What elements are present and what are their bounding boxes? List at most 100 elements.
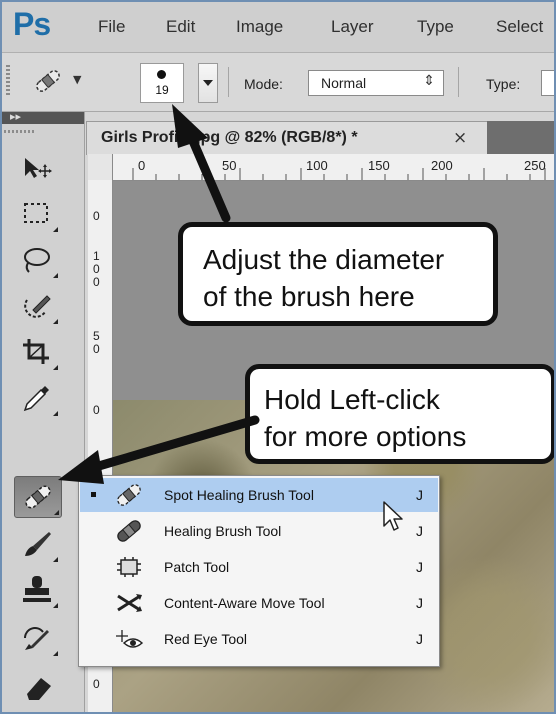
expand-icon[interactable]: ▸▸ <box>10 110 21 123</box>
ruler-label: 0 <box>93 677 100 691</box>
tool-preset-picker[interactable] <box>32 67 64 95</box>
ruler-origin[interactable] <box>88 154 113 180</box>
spot-healing-brush-icon <box>36 70 60 92</box>
more-tools-indicator-icon <box>54 510 59 515</box>
mode-select[interactable]: Normal ⇕ <box>308 70 444 96</box>
menu-type[interactable]: Type <box>417 17 454 37</box>
history-brush-tool[interactable] <box>14 618 60 658</box>
divider <box>458 67 459 97</box>
move-icon <box>25 158 52 178</box>
brush-size-value: 19 <box>155 83 169 97</box>
callout-line: Adjust the diameter <box>203 244 445 275</box>
ruler-label: 0 <box>138 158 146 173</box>
more-tools-indicator-icon <box>53 557 58 562</box>
ruler-label: 150 <box>368 158 390 173</box>
brush-icon <box>25 532 51 556</box>
type-option-box[interactable] <box>541 70 556 96</box>
crop-icon <box>23 339 49 364</box>
lasso-icon <box>24 248 50 273</box>
tools-panel: ▸▸ <box>0 110 85 714</box>
shortcut-key: J <box>416 487 423 503</box>
spot-healing-brush-icon <box>25 485 51 509</box>
shortcut-key: J <box>416 631 423 647</box>
callout-more-options: Hold Left-click for more options <box>245 364 556 464</box>
rectangular-marquee-icon <box>24 203 48 223</box>
tool-preset-dropdown-icon[interactable]: ▼ <box>73 73 81 86</box>
options-bar: ▼ 19 Mode: Normal ⇕ Type: <box>0 53 556 112</box>
brush-tool[interactable] <box>14 524 60 564</box>
marquee-tool[interactable] <box>14 194 60 234</box>
flyout-item-label: Content-Aware Move Tool <box>164 595 325 611</box>
selected-bullet-icon <box>91 492 96 497</box>
menu-edit[interactable]: Edit <box>166 17 195 37</box>
more-tools-indicator-icon <box>53 603 58 608</box>
ruler-label: 0 <box>93 209 100 223</box>
photoshop-logo: Ps <box>13 6 51 42</box>
mode-label: Mode: <box>244 76 283 92</box>
flyout-item-label: Red Eye Tool <box>164 631 248 647</box>
eyedropper-icon <box>23 386 49 412</box>
quick-selection-tool[interactable] <box>14 286 60 326</box>
ruler-label: 250 <box>524 158 546 173</box>
more-tools-indicator-icon <box>53 411 58 416</box>
more-tools-indicator-icon <box>53 273 58 278</box>
flyout-item-label: Patch Tool <box>164 559 230 575</box>
more-tools-indicator-icon <box>53 365 58 370</box>
mode-value: Normal <box>321 75 367 91</box>
lasso-tool[interactable] <box>14 240 60 280</box>
shortcut-key: J <box>416 523 423 539</box>
ruler-label: 100 <box>306 158 328 173</box>
history-brush-icon <box>24 627 49 650</box>
shortcut-key: J <box>416 559 423 575</box>
patch-icon <box>117 557 141 577</box>
document-tab[interactable]: Girls Profile.jpg @ 82% (RGB/8*) * × <box>86 121 488 155</box>
flyout-item-content-aware-move[interactable]: Content-Aware Move Tool J <box>80 586 438 620</box>
spot-healing-brush-tool[interactable] <box>14 476 62 518</box>
ruler-label: 200 <box>431 158 453 173</box>
callout-line: of the brush here <box>203 281 415 312</box>
photoshop-window: Ps File Edit Image Layer Type Select ▼ 1… <box>0 0 556 714</box>
shortcut-key: J <box>416 595 423 611</box>
flyout-item-red-eye[interactable]: Red Eye Tool J <box>80 622 438 656</box>
callout-line: for more options <box>264 421 467 452</box>
tools-panel-header[interactable]: ▸▸ <box>0 110 84 124</box>
options-bar-grip[interactable] <box>6 65 10 97</box>
crop-tool[interactable] <box>14 332 60 372</box>
ruler-label: 1 0 0 <box>93 249 100 289</box>
flyout-item-patch[interactable]: Patch Tool J <box>80 550 438 584</box>
callout-line: Hold Left-click <box>264 384 440 415</box>
menu-file[interactable]: File <box>98 17 125 37</box>
more-tools-indicator-icon <box>53 651 58 656</box>
flyout-item-label: Spot Healing Brush Tool <box>164 487 314 503</box>
callout-brush-diameter: Adjust the diameter of the brush here <box>178 222 498 326</box>
menu-layer[interactable]: Layer <box>331 17 374 37</box>
quick-selection-icon <box>24 295 51 318</box>
more-tools-indicator-icon <box>53 227 58 232</box>
close-tab-icon[interactable]: × <box>453 128 467 148</box>
ruler-label: 5 0 <box>93 329 100 356</box>
brush-dropdown-button[interactable] <box>198 63 218 103</box>
clone-stamp-icon <box>23 576 51 602</box>
ruler-label: 0 <box>93 403 100 417</box>
clone-stamp-tool[interactable] <box>14 570 60 610</box>
divider <box>228 67 229 97</box>
tools-panel-grip[interactable] <box>4 130 36 133</box>
move-tool[interactable] <box>14 148 60 188</box>
eraser-icon <box>27 678 51 700</box>
select-arrows-icon: ⇕ <box>423 73 435 89</box>
eraser-tool[interactable] <box>14 666 60 706</box>
healing-brush-icon <box>117 520 141 542</box>
horizontal-ruler[interactable]: 0 50 100 150 200 250 <box>88 154 556 181</box>
brush-tip-icon <box>157 70 166 79</box>
ruler-label: 50 <box>222 158 237 173</box>
red-eye-icon <box>116 630 144 648</box>
menu-image[interactable]: Image <box>236 17 283 37</box>
brush-preset-picker[interactable]: 19 <box>140 63 184 103</box>
eyedropper-tool[interactable] <box>14 378 60 418</box>
menu-select[interactable]: Select <box>496 17 543 37</box>
menubar: Ps File Edit Image Layer Type Select <box>0 0 556 53</box>
spot-healing-brush-icon <box>117 484 141 506</box>
document-title: Girls Profile.jpg @ 82% (RGB/8*) * <box>101 129 358 146</box>
flyout-item-label: Healing Brush Tool <box>164 523 282 539</box>
tab-bar-background <box>487 121 556 154</box>
